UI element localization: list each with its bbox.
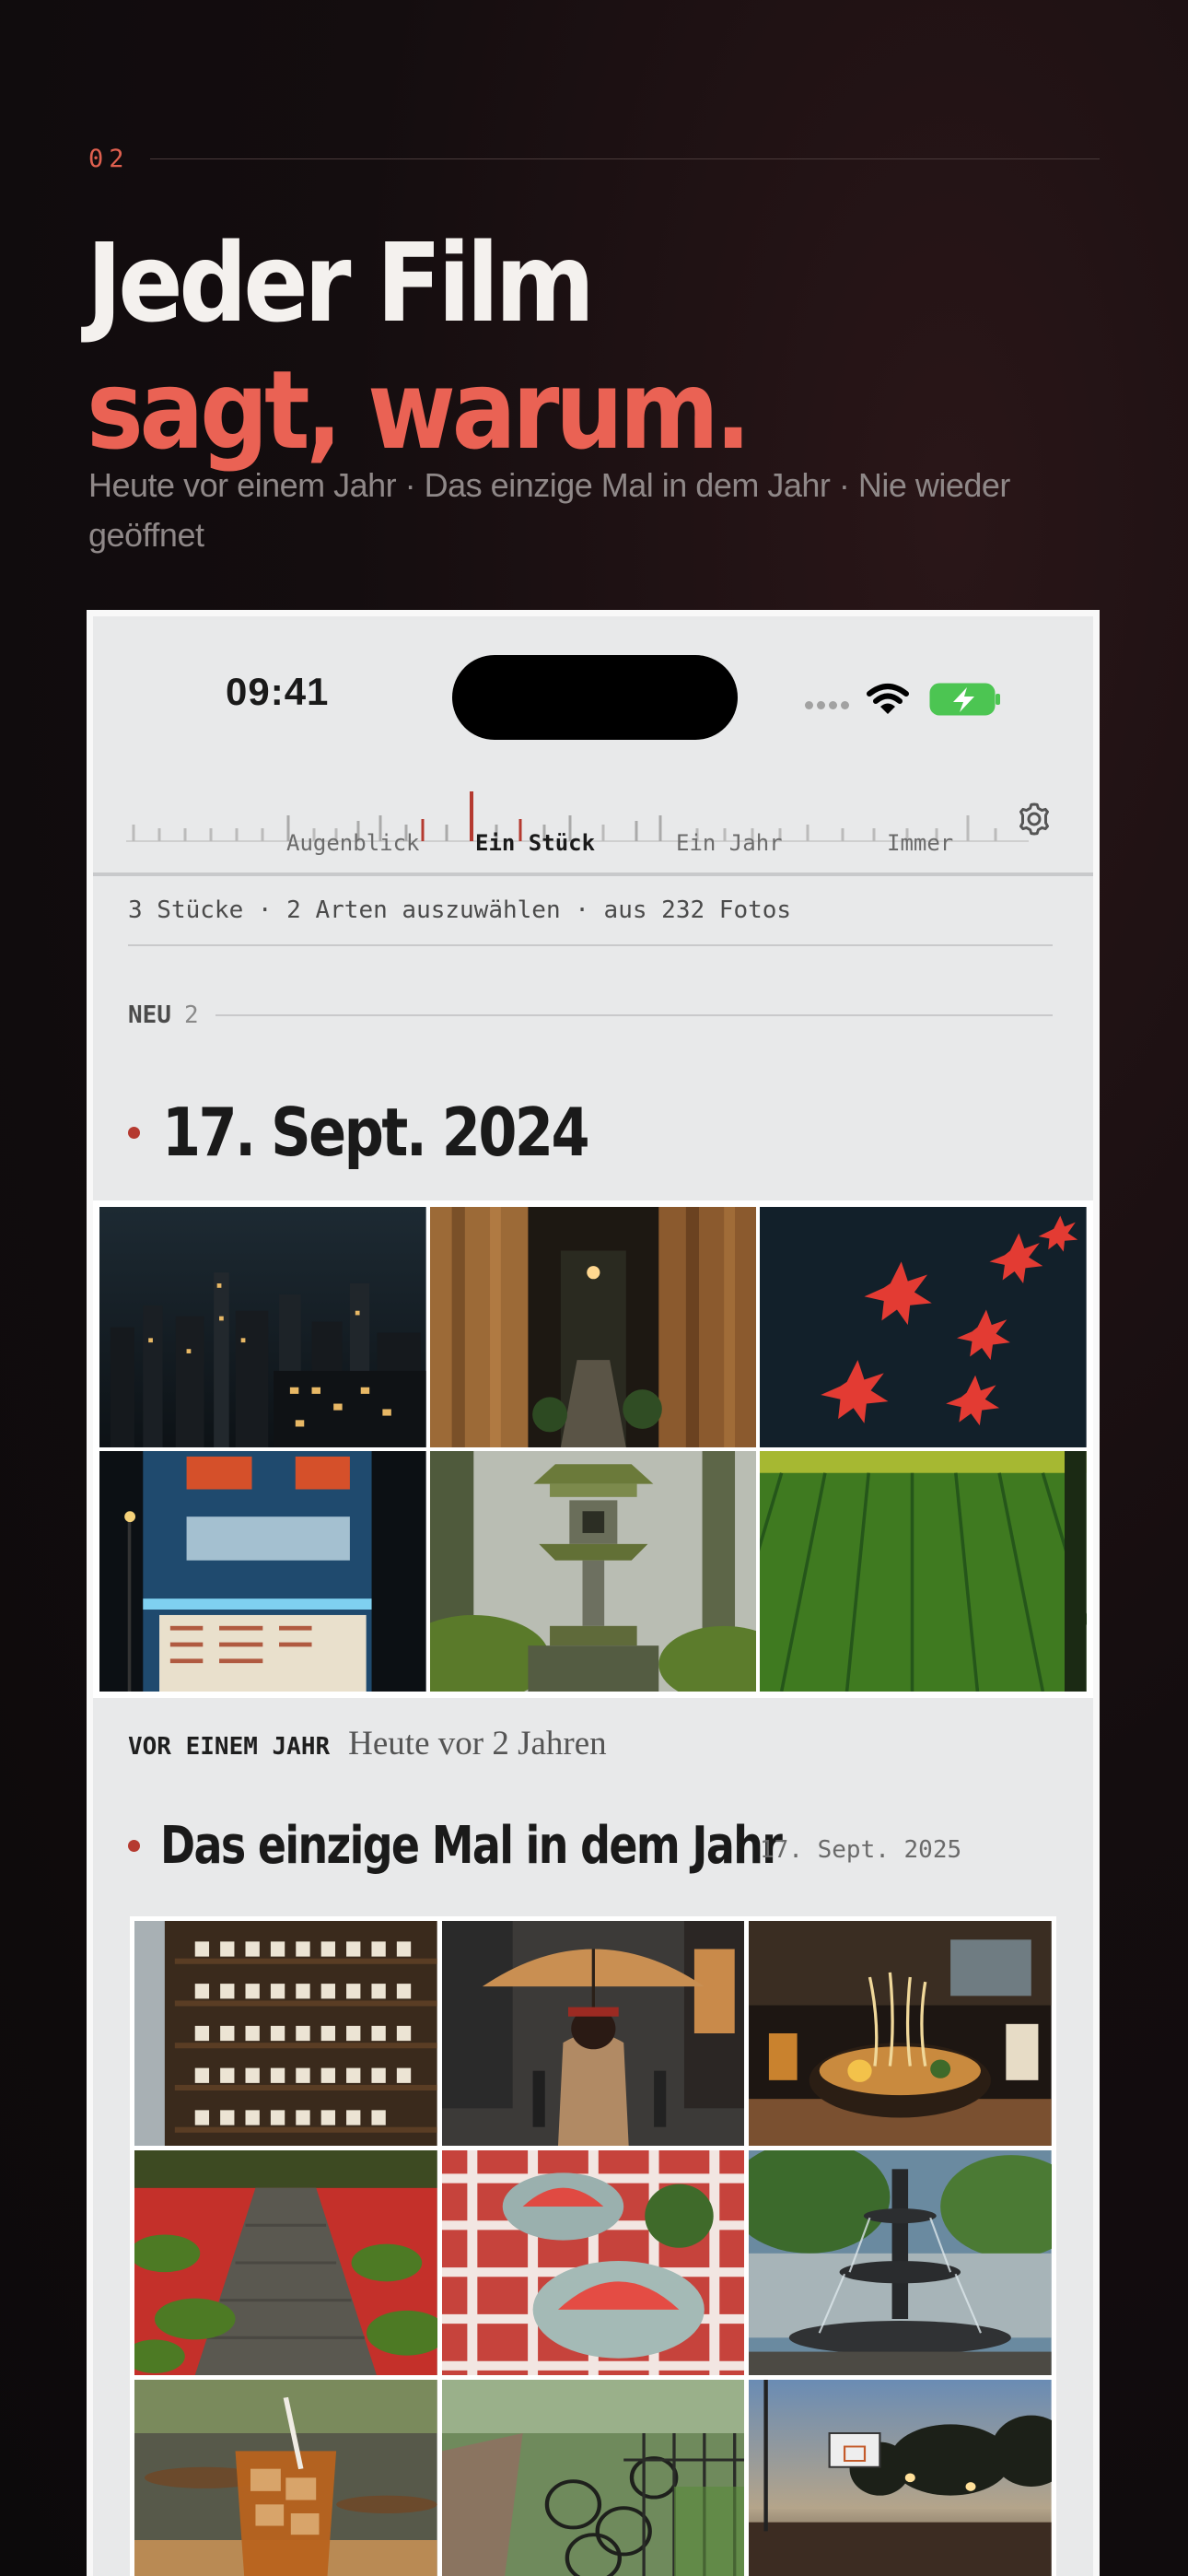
- film-heading-2[interactable]: Das einzige Mal in dem Jahr 17. Sept. 20…: [128, 1816, 961, 1876]
- headline-line-1: Jeder Film: [87, 219, 595, 346]
- film-1-caption: VOR EINEM JAHR Heute vor 2 Jahren: [128, 1724, 607, 1763]
- film-date-2: 17. Sept. 2025: [760, 1836, 962, 1864]
- photo-rice-field[interactable]: [760, 1451, 1087, 1692]
- scale-label-ein-jahr[interactable]: Ein Jahr: [676, 830, 783, 856]
- caption-text: Heute vor 2 Jahren: [348, 1725, 607, 1762]
- photo-umbrella-street[interactable]: [441, 1921, 745, 2146]
- headline-subtitle: Heute vor einem Jahr · Das einzige Mal i…: [88, 466, 1010, 554]
- group-header-new: NEU 2: [128, 1001, 1053, 1029]
- header-divider: [93, 872, 1093, 876]
- section-number: 02: [88, 144, 130, 173]
- new-indicator-dot: [128, 1840, 140, 1852]
- eyebrow-divider: [149, 158, 1100, 159]
- film-2-photo-grid: [130, 1916, 1056, 2576]
- film-title-1: 17. Sept. 2024: [162, 1094, 590, 1171]
- film-title-2: Das einzige Mal in dem Jahr: [160, 1816, 783, 1876]
- status-bar: 09:41: [93, 616, 1093, 755]
- new-indicator-dot: [128, 1126, 140, 1139]
- photo-ramen-bowl[interactable]: [749, 1921, 1052, 2146]
- group-count: 2: [183, 1001, 199, 1029]
- photo-bicycles-railing[interactable]: [441, 2380, 745, 2576]
- summary-divider: [128, 944, 1053, 946]
- scale-label-ein-stueck[interactable]: Ein Stück: [475, 830, 595, 856]
- status-time: 09:41: [226, 670, 330, 713]
- group-label: NEU: [128, 1001, 171, 1029]
- scale-label-immer[interactable]: Immer: [887, 830, 953, 856]
- cellular-signal-icon: [805, 701, 849, 709]
- phone-screen: 09:41 Augenblick Ein Stück Ein Jahr Imme…: [87, 610, 1100, 2576]
- caption-tag: VOR EINEM JAHR: [128, 1733, 331, 1761]
- photo-moss-garden-path[interactable]: [134, 2150, 437, 2375]
- dynamic-island: [452, 655, 738, 740]
- film-heading-1[interactable]: 17. Sept. 2024: [128, 1094, 669, 1171]
- selection-summary: 3 Stücke · 2 Arten auszuwählen · aus 232…: [128, 896, 792, 924]
- photo-basketball-court[interactable]: [749, 2380, 1052, 2576]
- battery-charging-icon: [929, 683, 1000, 716]
- photo-cup-shelves[interactable]: [134, 1921, 437, 2146]
- photo-iced-tea[interactable]: [134, 2380, 437, 2576]
- photo-night-skyline[interactable]: [99, 1207, 426, 1447]
- section-eyebrow: 02: [88, 142, 1100, 175]
- group-divider: [215, 1014, 1053, 1016]
- photo-stone-lantern[interactable]: [429, 1451, 757, 1692]
- photo-park-fountain[interactable]: [749, 2150, 1052, 2375]
- headline-line-2: sagt, warum.: [87, 346, 751, 474]
- photo-watermelon-picnic[interactable]: [441, 2150, 745, 2375]
- scale-label-augenblick[interactable]: Augenblick: [286, 830, 420, 856]
- photo-red-maple-leaves[interactable]: [760, 1207, 1087, 1447]
- wifi-icon: [867, 684, 909, 714]
- time-scale-labels: Augenblick Ein Stück Ein Jahr Immer: [93, 830, 1093, 867]
- photo-convenience-store[interactable]: [99, 1451, 426, 1692]
- photo-alley-curtains[interactable]: [429, 1207, 757, 1447]
- film-1-photo-grid: [93, 1200, 1093, 1698]
